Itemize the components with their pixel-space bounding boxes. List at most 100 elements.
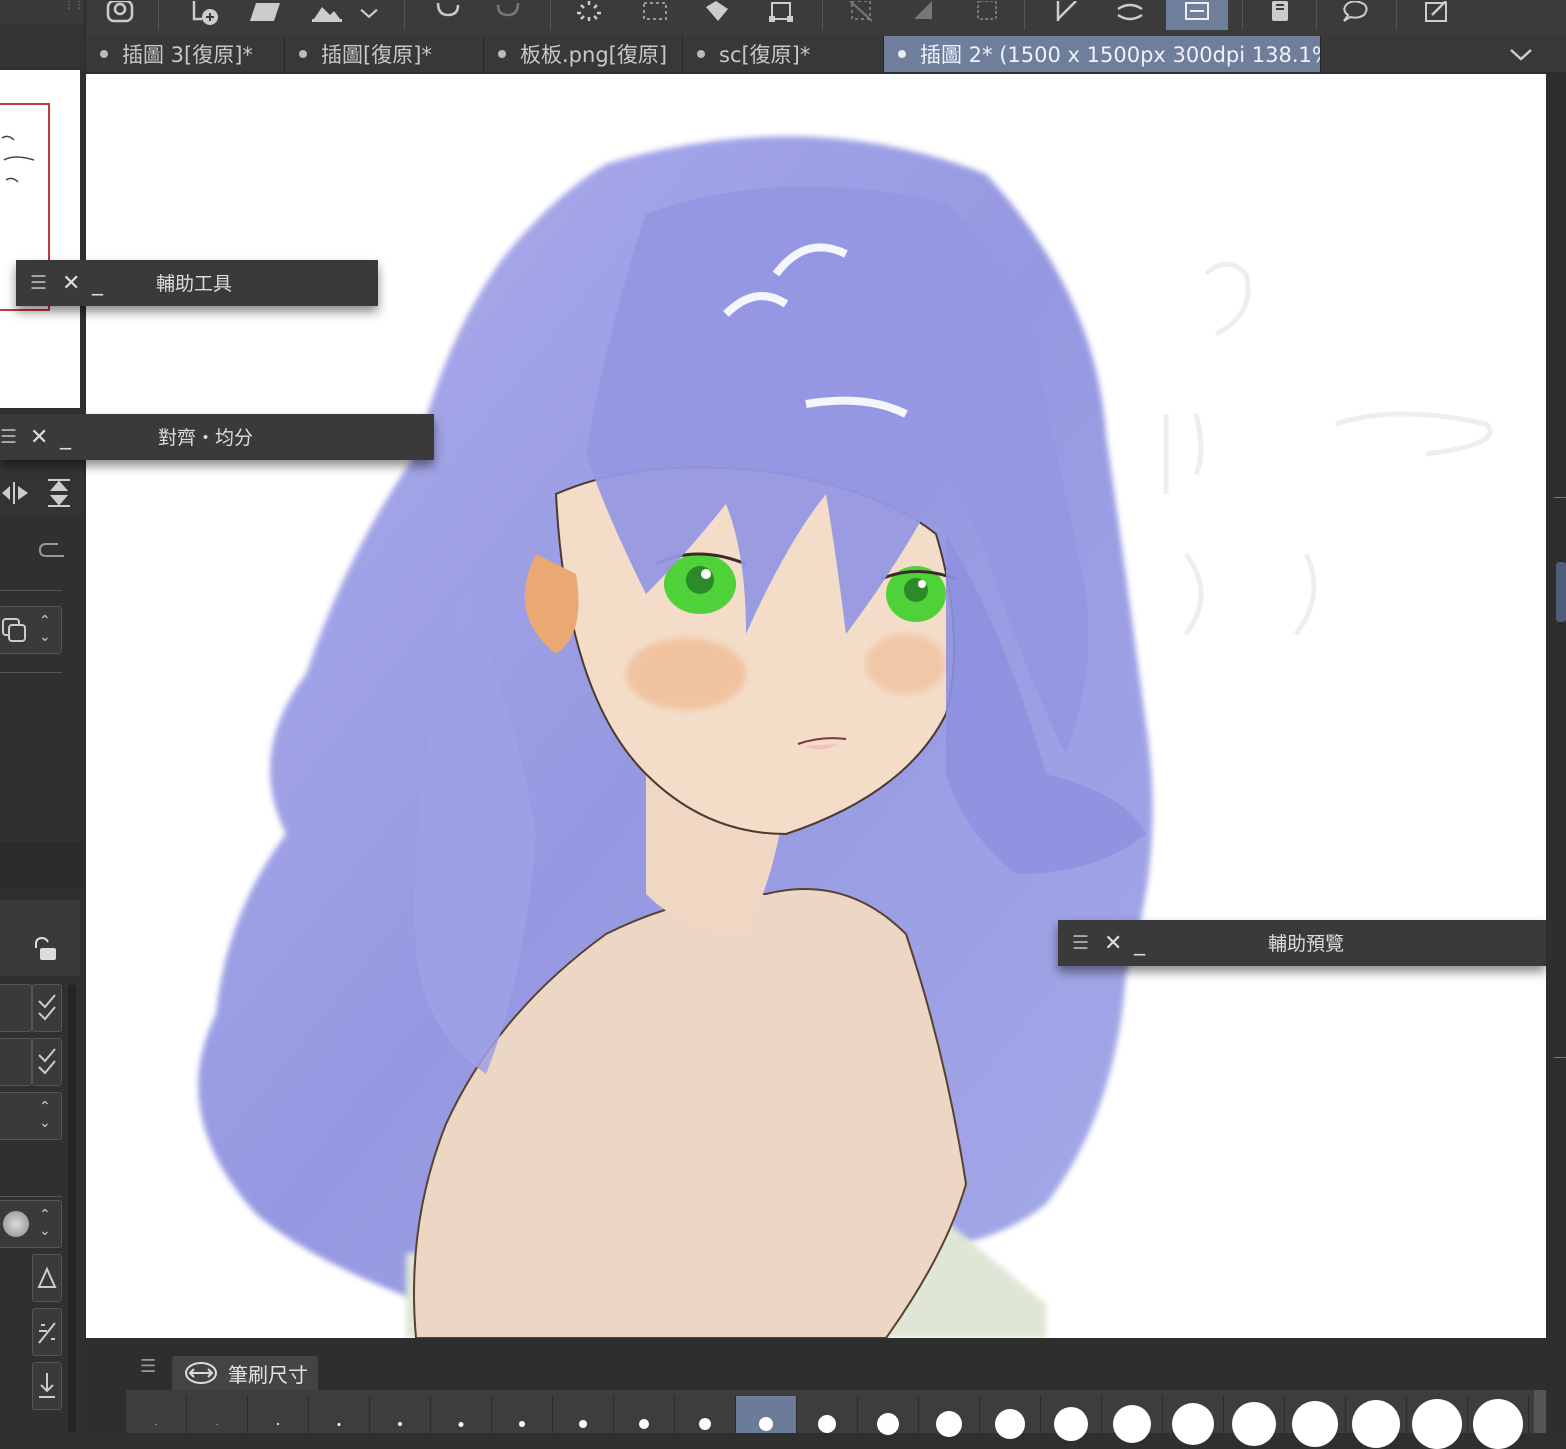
palette-menu-icon[interactable]: ☰ [0,414,17,460]
navigator-thumbnail[interactable] [0,70,80,408]
brush-size-tab[interactable]: 筆刷尺寸 [172,1356,318,1390]
palette-menu-icon[interactable]: ☰ [1072,920,1089,966]
share-icon[interactable] [1412,0,1462,30]
pressure-toggle[interactable] [32,1254,62,1302]
tab-sc[interactable]: sc[復原]* [683,36,884,72]
brush-strip-scrollbar[interactable] [1534,1390,1546,1433]
brush-size-cell[interactable] [553,1396,614,1433]
tab-list-chevron-icon[interactable] [1508,42,1534,66]
brush-size-dot-icon [1232,1402,1276,1446]
undo-icon[interactable] [422,0,472,30]
brush-size-dot-icon [1412,1399,1462,1449]
brush-size-cell[interactable] [919,1396,980,1437]
brush-size-cell[interactable] [370,1396,431,1433]
brush-size-dot-icon [337,1422,341,1426]
value-stepper-2[interactable] [0,1038,32,1086]
lock-area [0,900,80,976]
ratio-toggle[interactable] [32,1308,62,1356]
brush-size-cell[interactable] [1285,1396,1346,1447]
palette-menu-icon[interactable]: ☰ [30,260,47,306]
brush-size-dot-icon [1113,1405,1151,1443]
brush-tip-icon [3,1211,29,1237]
clear-icon[interactable] [630,0,680,30]
tab-illustration[interactable]: 插圖[復原]* [285,36,484,72]
stepper-arrows-icon[interactable]: ⌃ ⌄ [39,613,51,645]
dropdown-chevron-icon[interactable] [354,0,384,30]
brush-size-cell[interactable] [614,1396,675,1433]
percent-icon [38,1322,56,1344]
new-file-icon[interactable] [180,0,230,30]
close-icon[interactable]: ✕ [1104,920,1122,966]
dropdown-stepper[interactable]: ⌃ ⌄ [0,1092,62,1140]
tab-illustration-3[interactable]: 插圖 3[復原]* [86,36,285,72]
brush-size-cell[interactable] [431,1396,492,1433]
drag-grip-icon[interactable]: ⋮⋮ [64,0,84,11]
symmetry-icon[interactable] [1106,0,1156,30]
preview-palette[interactable]: ☰ ✕ _ 輔助預覽 [1058,920,1546,966]
palette-menu-icon[interactable]: ☰ [140,1356,156,1377]
brush-size-cell[interactable] [248,1396,309,1433]
invert-selection-icon[interactable] [898,0,948,30]
layer-mode-stepper[interactable]: ⌃ ⌄ [0,606,62,654]
fill-icon[interactable] [692,0,742,30]
brush-size-cell[interactable] [309,1396,370,1433]
brush-size-cell[interactable] [187,1396,248,1433]
align-horizontal-icon[interactable] [0,478,30,508]
transform-icon[interactable] [756,0,806,30]
brush-shape-stepper[interactable]: ⌃ ⌄ [0,1200,62,1248]
background-sketch [1163,261,1493,636]
download-toggle[interactable] [32,1362,62,1410]
brush-size-cell[interactable] [858,1396,919,1435]
close-icon[interactable]: ✕ [62,260,80,306]
vertical-scrollbar[interactable] [1546,72,1566,1342]
minimize-icon[interactable]: _ [1134,920,1145,966]
sub-tool-palette[interactable]: ☰ ✕ _ 輔助工具 [16,260,378,306]
brush-size-cell[interactable] [1163,1396,1224,1445]
brush-size-cell[interactable] [126,1396,187,1433]
brush-size-cell[interactable] [1407,1396,1468,1449]
check-toggle-2[interactable] [32,1038,62,1086]
app-logo-icon[interactable] [94,0,144,30]
layer-icon[interactable] [1166,0,1228,30]
open-folder-icon[interactable] [240,0,290,30]
value-stepper-1[interactable] [0,984,32,1032]
save-icon[interactable] [302,0,352,30]
brush-size-cell[interactable] [797,1396,858,1433]
comment-icon[interactable] [1330,0,1380,30]
brush-size-cell[interactable] [1468,1396,1529,1449]
scroll-thumb[interactable] [1556,562,1566,622]
deselect-icon[interactable] [836,0,886,30]
minimize-icon[interactable]: _ [92,260,103,306]
redo-icon[interactable] [484,0,534,30]
tab-board-png[interactable]: 板板.png[復原] [484,36,683,72]
select-all-icon[interactable] [962,0,1012,30]
unlock-icon[interactable] [32,936,60,962]
tab-label: 插圖[復原]* [321,43,432,67]
brush-size-cell[interactable] [736,1396,797,1433]
loading-spinner-icon[interactable] [564,0,614,30]
brush-size-cell[interactable] [980,1396,1041,1439]
return-icon[interactable] [38,538,68,560]
brush-size-cell[interactable] [492,1396,553,1433]
align-palette[interactable]: ☰ ✕ _ 對齊・均分 [0,414,434,460]
close-icon[interactable]: ✕ [30,414,48,460]
storage-icon[interactable] [1254,0,1304,30]
divider [1554,1057,1566,1058]
brush-size-cell[interactable] [1224,1396,1285,1446]
brush-size-cell[interactable] [1346,1396,1407,1448]
brush-size-dot-icon [216,1423,218,1425]
check-toggle-1[interactable] [32,984,62,1032]
brush-size-dot-icon [759,1417,773,1431]
ruler-icon[interactable] [1042,0,1092,30]
brush-size-title: 筆刷尺寸 [228,1362,308,1387]
left-scrollbar[interactable] [68,985,76,1433]
stepper-arrows-icon[interactable]: ⌃ ⌄ [39,1099,51,1131]
align-vertical-icon[interactable] [44,476,74,510]
stepper-arrows-icon[interactable]: ⌃ ⌄ [39,1207,51,1239]
tab-illustration-2[interactable]: 插圖 2* (1500 x 1500px 300dpi 138.1%) [884,36,1321,72]
brush-size-cell[interactable] [1102,1396,1163,1443]
brush-size-dot-icon [155,1423,157,1425]
minimize-icon[interactable]: _ [60,414,71,460]
brush-size-cell[interactable] [1041,1396,1102,1441]
brush-size-cell[interactable] [675,1396,736,1433]
